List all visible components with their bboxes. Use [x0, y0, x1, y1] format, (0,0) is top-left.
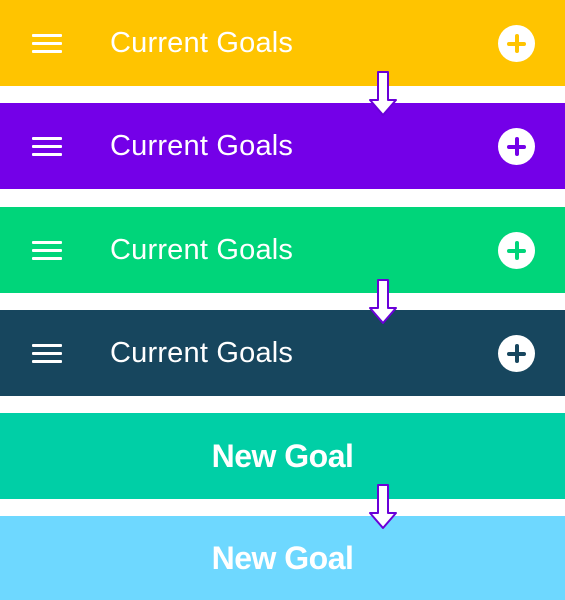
hamburger-menu-icon[interactable]	[32, 341, 62, 365]
bar-title: Current Goals	[110, 234, 294, 266]
new-goal-title: New Goal	[211, 438, 354, 474]
plus-circle-icon[interactable]	[498, 128, 535, 165]
hamburger-menu-icon[interactable]	[32, 134, 62, 158]
plus-circle-icon[interactable]	[498, 25, 535, 62]
new-goal-title: New Goal	[211, 540, 354, 576]
bar-title: Current Goals	[110, 337, 294, 369]
plus-circle-icon[interactable]	[498, 335, 535, 372]
current-goals-bar-navy: Current Goals	[0, 310, 565, 396]
bar-title: Current Goals	[110, 27, 294, 59]
new-goal-bar-lightblue: New Goal	[0, 516, 565, 600]
hamburger-menu-icon[interactable]	[32, 238, 62, 262]
plus-circle-icon[interactable]	[498, 232, 535, 269]
hamburger-menu-icon[interactable]	[32, 31, 62, 55]
current-goals-bar-yellow: Current Goals	[0, 0, 565, 86]
down-arrow-icon	[369, 279, 397, 324]
new-goal-bar-teal: New Goal	[0, 413, 565, 499]
down-arrow-icon	[369, 484, 397, 529]
down-arrow-icon	[369, 71, 397, 116]
current-goals-bar-green: Current Goals	[0, 207, 565, 293]
current-goals-bar-purple: Current Goals	[0, 103, 565, 189]
bar-title: Current Goals	[110, 130, 294, 162]
